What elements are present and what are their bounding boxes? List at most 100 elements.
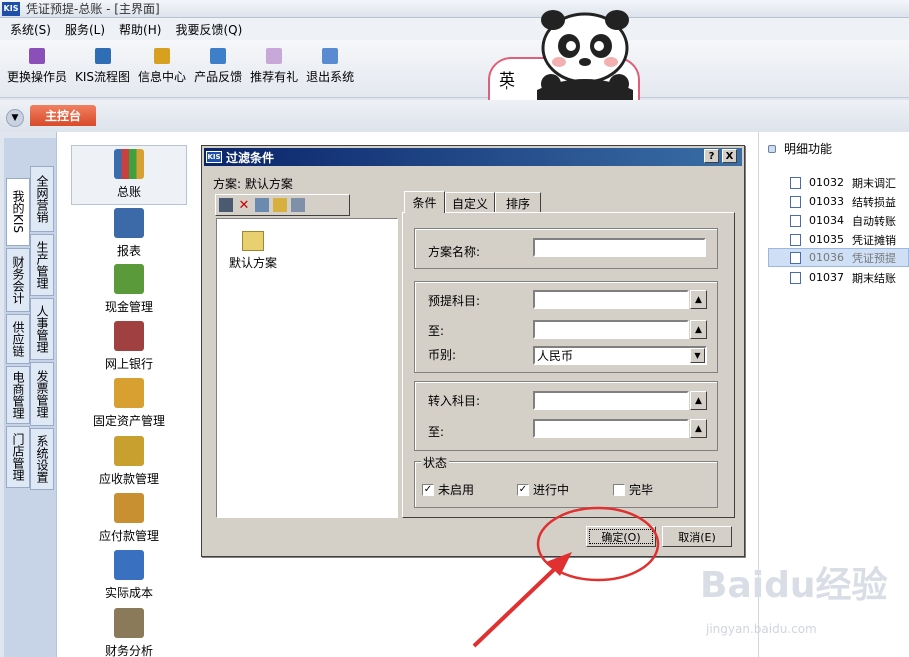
module-actual-cost[interactable]: 实际成本 xyxy=(71,550,187,601)
detail-item[interactable]: 01035 凭证摊销 xyxy=(790,230,909,249)
module-label: 总账 xyxy=(116,185,141,199)
module-label: 现金管理 xyxy=(104,300,153,314)
scheme-label: 方案: 默认方案 xyxy=(213,177,293,191)
kis-flowchart-button[interactable]: KIS流程图 xyxy=(75,48,130,85)
document-icon xyxy=(790,251,801,264)
status-in-progress-checkbox[interactable]: ✓ 进行中 xyxy=(517,481,569,498)
menu-service[interactable]: 服务(L) xyxy=(65,21,105,38)
grid-icon[interactable] xyxy=(291,198,305,212)
help-button[interactable]: ? xyxy=(704,149,719,163)
vtab-production[interactable]: 生产管理 xyxy=(30,234,54,296)
detail-item-code: 01036 xyxy=(809,251,844,264)
detail-item[interactable]: 01037 期末结账 xyxy=(790,268,909,287)
accrual-to-label: 至: xyxy=(428,324,445,338)
feedback-icon xyxy=(210,48,227,64)
detail-item[interactable]: 01032 期末调汇 xyxy=(790,173,909,192)
copy-icon[interactable] xyxy=(255,198,269,212)
scheme-name-input[interactable] xyxy=(533,238,706,257)
scheme-item[interactable]: 默认方案 xyxy=(229,231,277,271)
exit-system-button[interactable]: 退出系统 xyxy=(306,48,354,85)
vtab-my-kis[interactable]: 我的KIS xyxy=(6,178,30,246)
delete-icon[interactable]: ✕ xyxy=(237,198,251,213)
checkbox-box: ✓ xyxy=(422,483,434,496)
module-label: 固定资产管理 xyxy=(92,414,165,428)
vtab-hr[interactable]: 人事管理 xyxy=(30,298,54,360)
vtab-supply-chain[interactable]: 供应链 xyxy=(6,314,30,364)
module-receivables[interactable]: 应收款管理 xyxy=(71,436,187,487)
scheme-name-label: 方案名称: xyxy=(428,245,481,259)
tab-main-console[interactable]: 主控台 xyxy=(30,105,96,126)
module-payables[interactable]: 应付款管理 xyxy=(71,493,187,544)
tab-sort[interactable]: 排序 xyxy=(495,192,541,213)
detail-item-code: 01032 xyxy=(809,176,844,189)
module-online-bank[interactable]: 网上银行 xyxy=(71,321,187,372)
dialog-title-bar[interactable]: KIS 过滤条件 xyxy=(204,148,742,166)
currency-value: 人民币 xyxy=(537,349,574,363)
vtab-finance[interactable]: 财务会计 xyxy=(6,248,30,312)
accrual-to-input[interactable] xyxy=(533,320,689,339)
scheme-toolbar: ✕ xyxy=(215,194,350,216)
menu-help[interactable]: 帮助(H) xyxy=(119,21,161,38)
document-icon xyxy=(790,233,801,246)
vtab-marketing[interactable]: 全网营销 xyxy=(30,166,54,232)
transfer-subject-label: 转入科目: xyxy=(428,394,481,408)
folder-icon xyxy=(242,231,264,251)
info-center-button[interactable]: 信息中心 xyxy=(138,48,186,85)
import-icon[interactable] xyxy=(273,198,287,212)
bank-icon xyxy=(114,321,144,351)
chevron-down-icon[interactable]: ▼ xyxy=(6,109,24,127)
save-icon[interactable] xyxy=(219,198,233,212)
filter-dialog: KIS 过滤条件 ? X 方案: 默认方案 ✕ 默认方案 条件 自定义 排序 方… xyxy=(201,145,745,557)
currency-select[interactable]: 人民币 ▼ xyxy=(533,346,707,365)
money-bag-icon xyxy=(114,436,144,466)
change-operator-button[interactable]: 更换操作员 xyxy=(7,48,67,85)
module-label: 应收款管理 xyxy=(98,472,159,486)
transfer-to-input[interactable] xyxy=(533,419,689,438)
vtab-ecommerce[interactable]: 电商管理 xyxy=(6,366,30,424)
cost-chart-icon xyxy=(114,550,144,580)
cancel-button[interactable]: 取消(E) xyxy=(662,526,732,547)
accrual-to-lookup-icon[interactable]: ▲ xyxy=(690,320,707,339)
vtab-store[interactable]: 门店管理 xyxy=(6,426,30,488)
tab-conditions[interactable]: 条件 xyxy=(404,191,445,213)
detail-item-name: 凭证摊销 xyxy=(852,233,896,247)
document-icon xyxy=(790,195,801,208)
tab-custom[interactable]: 自定义 xyxy=(445,192,495,213)
module-general-ledger[interactable]: 总账 xyxy=(71,145,187,205)
gift-icon xyxy=(266,48,283,64)
vertical-tab-strip: 我的KIS 财务会计 供应链 电商管理 门店管理 全网营销 生产管理 人事管理 … xyxy=(4,138,56,657)
toolbar-label: 更换操作员 xyxy=(7,70,68,84)
accrual-subject-lookup-icon[interactable]: ▲ xyxy=(690,290,707,309)
detail-item-selected[interactable]: 01036 凭证预提 xyxy=(768,248,909,267)
transfer-subject-input[interactable] xyxy=(533,391,689,410)
module-cash[interactable]: 现金管理 xyxy=(71,264,187,315)
accrual-subject-input[interactable] xyxy=(533,290,689,309)
detail-item-code: 01037 xyxy=(809,271,844,284)
detail-item[interactable]: 01034 自动转账 xyxy=(790,211,909,230)
chevron-down-icon[interactable]: ▼ xyxy=(690,348,705,363)
scheme-item-label: 默认方案 xyxy=(229,256,278,270)
detail-item[interactable]: 01033 结转损益 xyxy=(790,192,909,211)
status-not-started-checkbox[interactable]: ✓ 未启用 xyxy=(422,481,474,498)
product-feedback-button[interactable]: 产品反馈 xyxy=(194,48,242,85)
close-button[interactable]: X xyxy=(722,149,737,163)
flowchart-icon xyxy=(94,48,111,64)
users-icon xyxy=(29,48,45,64)
transfer-subject-lookup-icon[interactable]: ▲ xyxy=(690,391,707,410)
referral-gift-button[interactable]: 推荐有礼 xyxy=(250,48,298,85)
menu-system[interactable]: 系统(S) xyxy=(10,21,51,38)
ledger-books-icon xyxy=(114,149,144,179)
vtab-settings[interactable]: 系统设置 xyxy=(30,428,54,490)
transfer-to-lookup-icon[interactable]: ▲ xyxy=(690,419,707,438)
module-report[interactable]: 报表 xyxy=(71,208,187,259)
status-finished-checkbox[interactable]: 完毕 xyxy=(613,481,653,498)
detail-item-code: 01034 xyxy=(809,214,844,227)
exit-icon xyxy=(322,48,339,64)
module-fixed-assets[interactable]: 固定资产管理 xyxy=(71,378,187,429)
detail-item-name: 自动转账 xyxy=(852,214,896,228)
vtab-invoice[interactable]: 发票管理 xyxy=(30,362,54,426)
module-financial-analysis[interactable]: 财务分析 xyxy=(71,608,187,657)
menu-feedback[interactable]: 我要反馈(Q) xyxy=(175,21,242,38)
coins-arrow-icon xyxy=(114,493,144,523)
module-label: 报表 xyxy=(116,244,141,258)
